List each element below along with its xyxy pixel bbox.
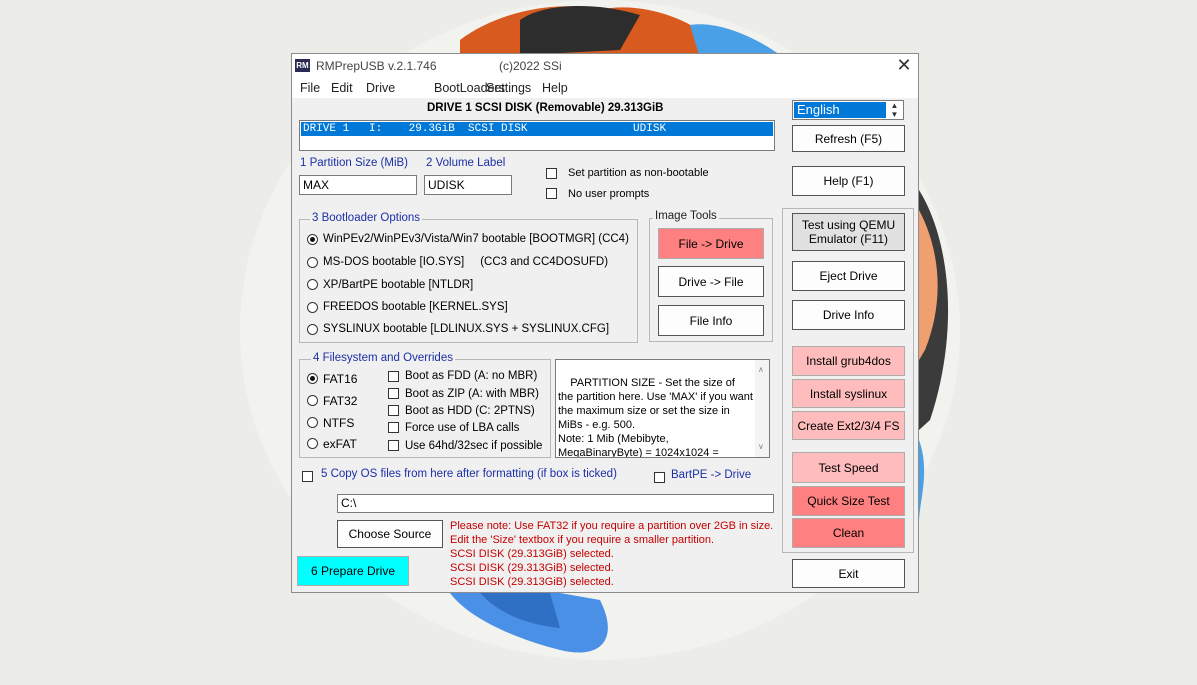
override-checkbox[interactable] xyxy=(388,388,399,399)
bootloader-radio-freedos[interactable] xyxy=(307,302,318,313)
fs-option-label: NTFS xyxy=(323,416,355,430)
menu-settings[interactable]: Settings xyxy=(486,81,531,95)
bootloader-group-title: 3 Bootloader Options xyxy=(310,212,423,224)
fs-radio-fat16[interactable] xyxy=(307,373,318,384)
info-text: PARTITION SIZE - Set the size of the par… xyxy=(558,377,753,458)
status-message: SCSI DISK (29.313GiB) selected. xyxy=(450,548,614,560)
create-ext-button[interactable]: Create Ext2/3/4 FS xyxy=(792,411,905,440)
bootloader-option-label: SYSLINUX bootable [LDLINUX.SYS + SYSLINU… xyxy=(323,323,610,335)
filesystem-group-title: 4 Filesystem and Overrides xyxy=(311,352,455,364)
window-copyright: (c)2022 SSi xyxy=(499,59,562,73)
menu-edit[interactable]: Edit xyxy=(331,81,353,95)
info-scrollbar[interactable]: ∧ ∨ xyxy=(755,360,769,457)
fs-option-label: exFAT xyxy=(323,437,357,451)
menu-help[interactable]: Help xyxy=(542,81,568,95)
override-label: Force use of LBA calls xyxy=(405,422,520,434)
scroll-up-icon[interactable]: ∧ xyxy=(758,363,764,377)
copy-os-label: 5 Copy OS files from here after formatti… xyxy=(321,468,617,480)
fs-radio-fat32[interactable] xyxy=(307,395,318,406)
clean-button[interactable]: Clean xyxy=(792,518,905,548)
drive-info-button[interactable]: Drive Info xyxy=(792,300,905,330)
fs-radio-exfat[interactable] xyxy=(307,438,318,449)
drive-header: DRIVE 1 SCSI DISK (Removable) 29.313GiB xyxy=(427,102,664,114)
override-label: Boot as ZIP (A: with MBR) xyxy=(405,388,539,400)
rmprepusb-window: RM RMPrepUSB v.2.1.746 (c)2022 SSi ✕ Fil… xyxy=(291,53,919,593)
title-bar: RM RMPrepUSB v.2.1.746 (c)2022 SSi ✕ xyxy=(292,54,918,78)
fs-option-label: FAT32 xyxy=(323,394,358,408)
drive-list-item[interactable]: DRIVE 1 I: 29.3GiB SCSI DISK UDISK xyxy=(301,122,773,136)
scroll-down-icon[interactable]: ∨ xyxy=(758,440,764,454)
bartpe-checkbox[interactable] xyxy=(654,472,665,483)
source-path-input[interactable]: C:\ xyxy=(337,494,774,513)
menu-file[interactable]: File xyxy=(300,81,320,95)
override-checkbox[interactable] xyxy=(388,440,399,451)
volume-label-label: 2 Volume Label xyxy=(426,157,506,169)
fs-option-label: FAT16 xyxy=(323,372,358,386)
exit-button[interactable]: Exit xyxy=(792,559,905,588)
quick-size-test-button[interactable]: Quick Size Test xyxy=(792,486,905,516)
copy-os-checkbox[interactable] xyxy=(302,471,313,482)
choose-source-button[interactable]: Choose Source xyxy=(337,520,443,548)
fs-radio-ntfs[interactable] xyxy=(307,417,318,428)
window-title: RMPrepUSB v.2.1.746 xyxy=(316,59,437,73)
menu-bar: File Edit Drive BootLoaders Settings Hel… xyxy=(292,78,918,98)
install-syslinux-button[interactable]: Install syslinux xyxy=(792,379,905,408)
image-tools-title: Image Tools xyxy=(653,210,719,222)
override-checkbox[interactable] xyxy=(388,371,399,382)
drive-to-file-button[interactable]: Drive -> File xyxy=(658,266,764,297)
language-value: English xyxy=(794,102,886,118)
bootloader-radio-xp[interactable] xyxy=(307,279,318,290)
status-message: SCSI DISK (29.313GiB) selected. xyxy=(450,576,614,588)
test-speed-button[interactable]: Test Speed xyxy=(792,452,905,483)
bootloader-radio-syslinux[interactable] xyxy=(307,324,318,335)
refresh-button[interactable]: Refresh (F5) xyxy=(792,125,905,152)
language-select[interactable]: English ▲ ▼ xyxy=(792,100,904,120)
status-message: Edit the 'Size' textbox if you require a… xyxy=(450,534,715,546)
file-to-drive-button[interactable]: File -> Drive xyxy=(658,228,764,259)
test-qemu-label-2: Emulator (F11) xyxy=(808,232,889,246)
file-info-button[interactable]: File Info xyxy=(658,305,764,336)
bartpe-label: BartPE -> Drive xyxy=(671,469,752,481)
test-qemu-label: Test using QEMU xyxy=(801,218,896,232)
override-checkbox[interactable] xyxy=(388,422,399,433)
info-textbox[interactable]: PARTITION SIZE - Set the size of the par… xyxy=(555,359,770,458)
close-icon[interactable]: ✕ xyxy=(892,54,916,78)
bootloader-option-label: WinPEv2/WinPEv3/Vista/Win7 bootable [BOO… xyxy=(323,233,629,245)
non-bootable-label: Set partition as non-bootable xyxy=(568,167,709,179)
partition-size-input[interactable]: MAX xyxy=(299,175,417,195)
app-icon: RM xyxy=(295,59,310,72)
bootloader-option-label: XP/BartPE bootable [NTLDR] xyxy=(323,279,474,291)
status-message: Please note: Use FAT32 if you require a … xyxy=(450,520,774,532)
bootloader-radio-winpe[interactable] xyxy=(307,234,318,245)
override-label: Use 64hd/32sec if possible xyxy=(405,440,543,452)
no-prompts-label: No user prompts xyxy=(568,188,650,200)
volume-label-input[interactable]: UDISK xyxy=(424,175,512,195)
bootloader-option-label: FREEDOS bootable [KERNEL.SYS] xyxy=(323,301,508,313)
install-grub4dos-button[interactable]: Install grub4dos xyxy=(792,346,905,376)
override-label: Boot as FDD (A: no MBR) xyxy=(405,370,538,382)
bootloader-radio-msdos[interactable] xyxy=(307,257,318,268)
override-label: Boot as HDD (C: 2PTNS) xyxy=(405,405,535,417)
status-message: SCSI DISK (29.313GiB) selected. xyxy=(450,562,614,574)
eject-drive-button[interactable]: Eject Drive xyxy=(792,261,905,291)
partition-size-label: 1 Partition Size (MiB) xyxy=(300,157,409,169)
menu-drive[interactable]: Drive xyxy=(366,81,395,95)
help-button[interactable]: Help (F1) xyxy=(792,166,905,196)
spinner-arrows-icon[interactable]: ▲ ▼ xyxy=(888,101,901,119)
test-qemu-button[interactable]: Test using QEMU Emulator (F11) xyxy=(792,213,905,251)
no-prompts-checkbox[interactable] xyxy=(546,188,557,199)
non-bootable-checkbox[interactable] xyxy=(546,168,557,179)
override-checkbox[interactable] xyxy=(388,405,399,416)
prepare-drive-button[interactable]: 6 Prepare Drive xyxy=(297,556,409,586)
drive-list[interactable]: DRIVE 1 I: 29.3GiB SCSI DISK UDISK xyxy=(299,120,775,151)
bootloader-option-label: MS-DOS bootable [IO.SYS] (CC3 and CC4DOS… xyxy=(323,256,609,268)
